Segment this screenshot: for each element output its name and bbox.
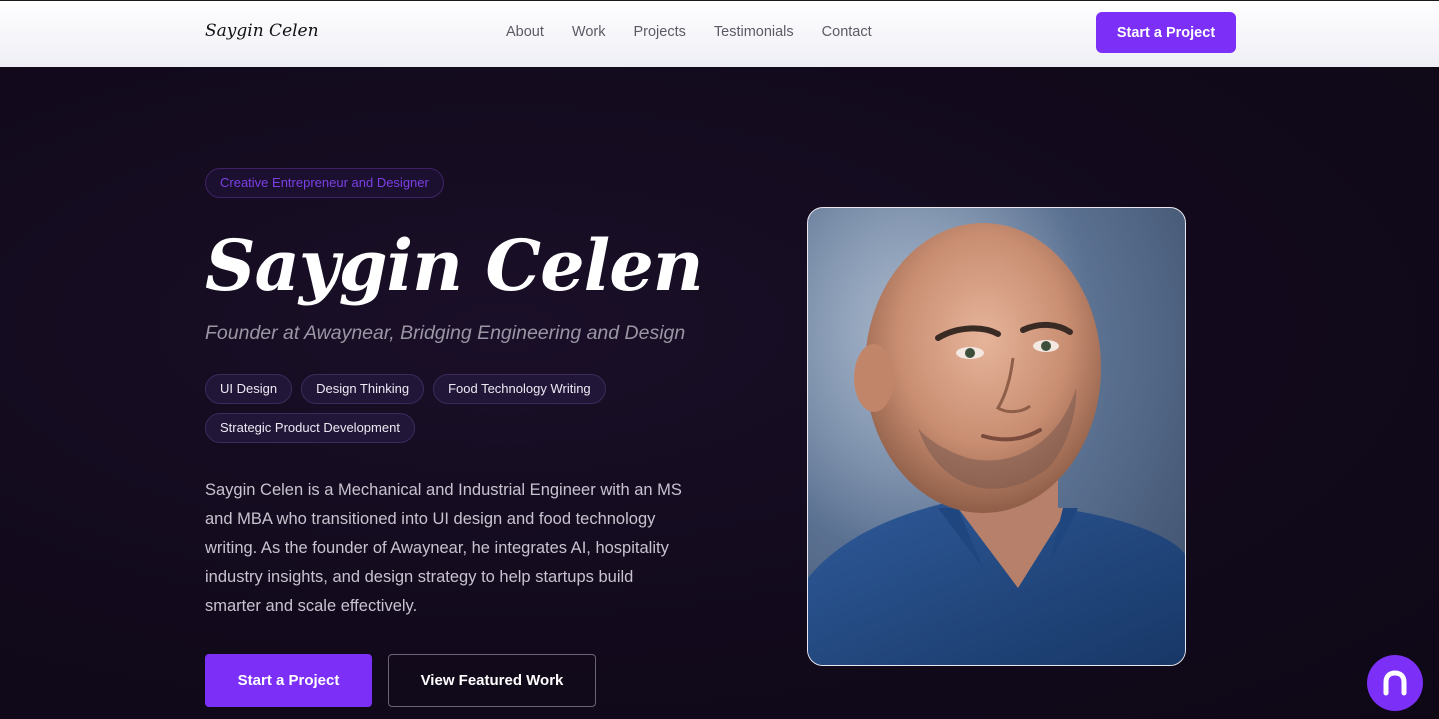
main-nav: About Work Projects Testimonials Contact bbox=[506, 24, 872, 40]
header-start-project-button[interactable]: Start a Project bbox=[1096, 12, 1236, 53]
skill-tag: Strategic Product Development bbox=[205, 413, 415, 443]
hero-subtitle: Founder at Awaynear, Bridging Engineerin… bbox=[205, 322, 686, 344]
view-featured-work-button[interactable]: View Featured Work bbox=[388, 654, 596, 707]
skill-tag: UI Design bbox=[205, 374, 293, 404]
chat-bubble-icon bbox=[1383, 670, 1407, 696]
eyebrow-badge: Creative Entrepreneur and Designer bbox=[205, 168, 444, 198]
nav-testimonials[interactable]: Testimonials bbox=[714, 24, 794, 40]
nav-work[interactable]: Work bbox=[572, 24, 606, 40]
nav-about[interactable]: About bbox=[506, 24, 544, 40]
site-header: Saygin Celen About Work Projects Testimo… bbox=[0, 0, 1439, 67]
chat-widget-button[interactable] bbox=[1367, 655, 1423, 711]
nav-projects[interactable]: Projects bbox=[633, 24, 685, 40]
portrait-illustration bbox=[808, 208, 1185, 665]
profile-portrait bbox=[807, 207, 1186, 666]
skill-tags: UI Design Design Thinking Food Technolog… bbox=[205, 374, 645, 443]
start-project-button[interactable]: Start a Project bbox=[205, 654, 372, 707]
nav-contact[interactable]: Contact bbox=[822, 24, 872, 40]
hero-name: Saygin Celen bbox=[205, 224, 704, 307]
skill-tag: Food Technology Writing bbox=[433, 374, 606, 404]
skill-tag: Design Thinking bbox=[301, 374, 425, 404]
hero-bio: Saygin Celen is a Mechanical and Industr… bbox=[205, 481, 682, 615]
logo[interactable]: Saygin Celen bbox=[205, 21, 319, 41]
